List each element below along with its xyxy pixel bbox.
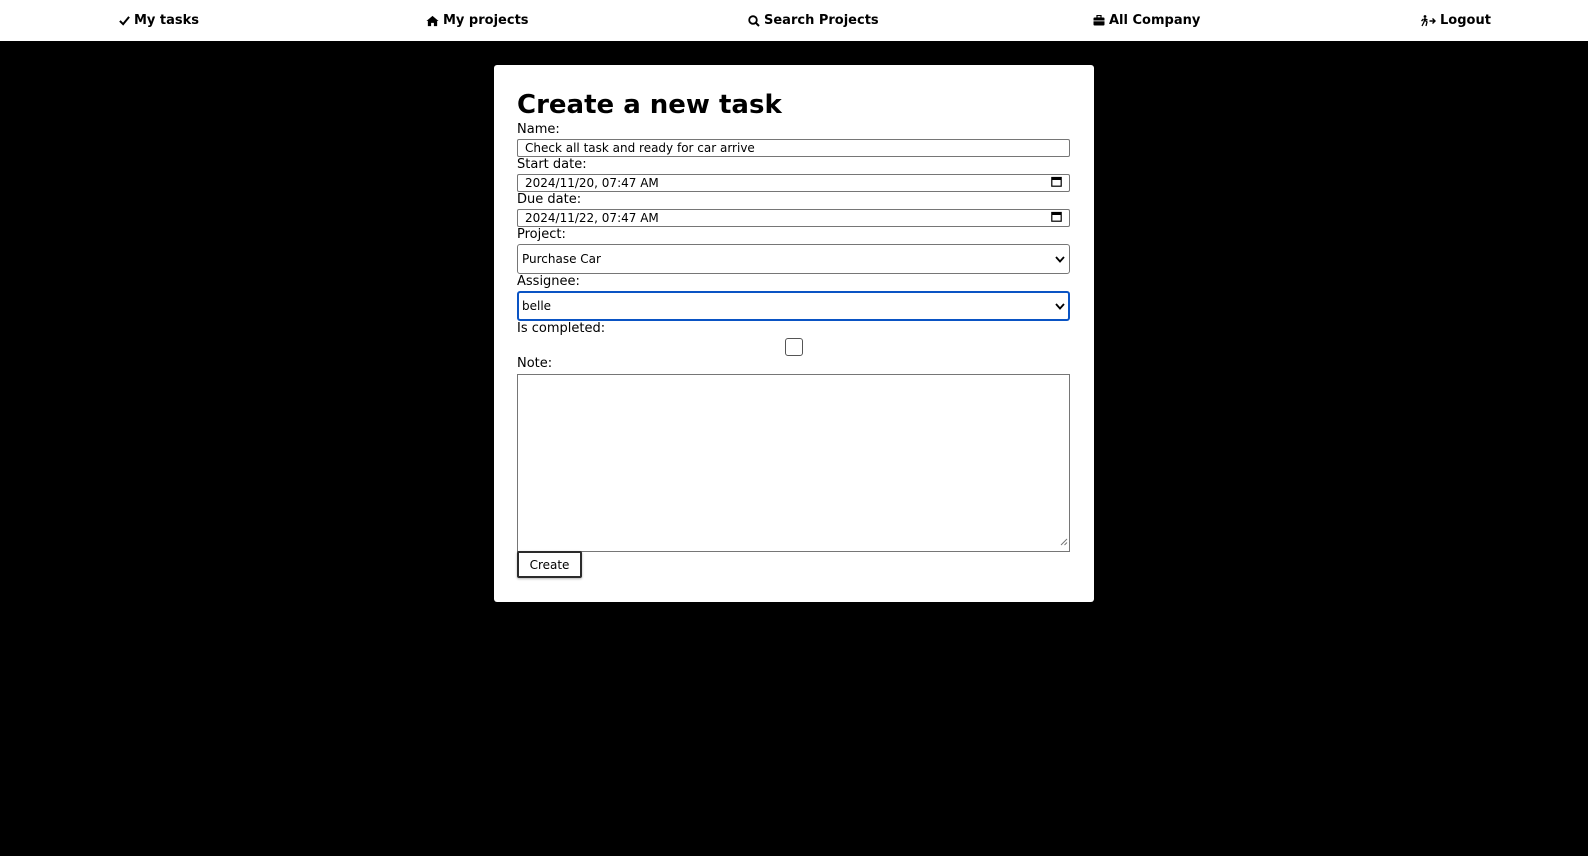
create-task-card: Create a new task Name: Check all task a… bbox=[494, 65, 1094, 602]
is-completed-checkbox[interactable] bbox=[785, 338, 803, 356]
note-label: Note: bbox=[517, 356, 553, 371]
create-button[interactable]: Create bbox=[517, 551, 582, 578]
home-icon bbox=[426, 15, 439, 27]
nav-search-projects[interactable]: Search Projects bbox=[748, 0, 879, 41]
start-date-value: 2024/11/20, 07:47 AM bbox=[525, 176, 659, 190]
nav-logout[interactable]: Logout bbox=[1421, 0, 1491, 41]
chevron-down-icon bbox=[1055, 299, 1065, 313]
calendar-icon[interactable] bbox=[1051, 175, 1062, 191]
page-title: Create a new task bbox=[517, 90, 782, 120]
nav-all-company-label: All Company bbox=[1109, 12, 1201, 28]
name-input[interactable]: Check all task and ready for car arrive bbox=[517, 139, 1070, 157]
resize-grip-icon[interactable] bbox=[1060, 531, 1068, 550]
start-date-label: Start date: bbox=[517, 157, 587, 172]
nav-all-company[interactable]: All Company bbox=[1093, 0, 1200, 41]
due-date-label: Due date: bbox=[517, 192, 582, 207]
due-date-input[interactable]: 2024/11/22, 07:47 AM bbox=[517, 209, 1070, 227]
assignee-select[interactable]: belle bbox=[517, 291, 1070, 321]
name-label: Name: bbox=[517, 122, 560, 137]
nav-my-projects-label: My projects bbox=[443, 12, 529, 28]
project-select[interactable]: Purchase Car bbox=[517, 244, 1070, 274]
due-date-value: 2024/11/22, 07:47 AM bbox=[525, 211, 659, 225]
nav-my-tasks[interactable]: My tasks bbox=[119, 0, 199, 41]
nav-logout-label: Logout bbox=[1440, 12, 1491, 28]
nav-my-projects[interactable]: My projects bbox=[426, 0, 529, 41]
logout-icon bbox=[1421, 14, 1436, 27]
project-select-value: Purchase Car bbox=[522, 252, 601, 266]
calendar-icon[interactable] bbox=[1051, 210, 1062, 226]
check-icon bbox=[119, 15, 130, 26]
project-label: Project: bbox=[517, 227, 566, 242]
nav-search-projects-label: Search Projects bbox=[764, 12, 879, 28]
top-navigation: My tasks My projects Search Projects All… bbox=[0, 0, 1588, 41]
briefcase-icon bbox=[1093, 15, 1105, 26]
note-textarea[interactable] bbox=[517, 374, 1070, 552]
nav-my-tasks-label: My tasks bbox=[134, 12, 200, 28]
assignee-label: Assignee: bbox=[517, 274, 580, 289]
search-icon bbox=[748, 14, 760, 27]
start-date-input[interactable]: 2024/11/20, 07:47 AM bbox=[517, 174, 1070, 192]
assignee-select-value: belle bbox=[522, 299, 552, 313]
chevron-down-icon bbox=[1055, 252, 1065, 266]
is-completed-label: Is completed: bbox=[517, 321, 606, 336]
